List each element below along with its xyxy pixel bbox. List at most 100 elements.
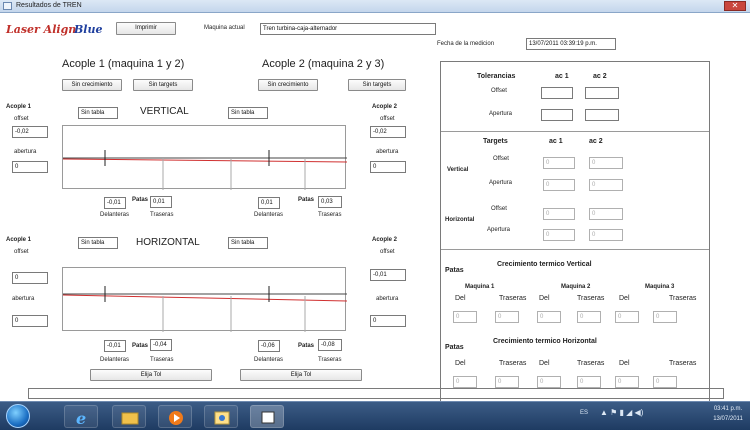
v-offset-right-label: offset — [380, 116, 395, 122]
v-crec-tras1[interactable]: 0 — [495, 311, 519, 323]
h-delanteras1-field[interactable]: -0,01 — [104, 340, 126, 352]
t-v-offset-label: Offset — [493, 156, 509, 162]
t-h-apertura-ac1[interactable]: 0 — [543, 229, 575, 241]
h-del3-header: Del — [619, 360, 630, 367]
v-abertura-left-label: abertura — [14, 149, 37, 155]
t-v-offset-ac1[interactable]: 0 — [543, 157, 575, 169]
crec-horizontal-title: Crecimiento termico Horizontal — [493, 338, 597, 345]
h-crec-tras3[interactable]: 0 — [653, 376, 677, 388]
h-crec-del2[interactable]: 0 — [537, 376, 561, 388]
elija-tol-2-button[interactable]: Elija Tol — [240, 369, 362, 381]
h-traseras2-label: Traseras — [318, 357, 342, 363]
targets-ac1-header: ac 1 — [549, 138, 563, 145]
h-crec-del1[interactable]: 0 — [453, 376, 477, 388]
tol-apertura-ac1[interactable] — [541, 109, 573, 121]
sin-crecimiento-2-button[interactable]: Sin crecimiento — [258, 79, 318, 91]
t-h-apertura-ac2[interactable]: 0 — [589, 229, 623, 241]
v-tabla1-field[interactable]: Sin tabla — [78, 107, 118, 119]
v-tabla2-field[interactable]: Sin tabla — [228, 107, 268, 119]
right-panel: Tolerancias ac 1 ac 2 Offset Apertura Ta… — [440, 61, 710, 413]
v-offset-right-field[interactable]: -0,02 — [370, 126, 406, 138]
clock-date[interactable]: 13/07/2011 — [710, 416, 746, 422]
tol-offset-ac2[interactable] — [585, 87, 619, 99]
horizontal-alignment-chart — [62, 267, 348, 332]
start-button[interactable] — [6, 404, 30, 428]
v-abertura-right-field[interactable]: 0 — [370, 161, 406, 173]
paint-icon[interactable] — [204, 405, 238, 428]
tol-apertura-ac2[interactable] — [585, 109, 619, 121]
h-tras3-header: Traseras — [669, 360, 697, 367]
h-delanteras2-field[interactable]: -0,06 — [258, 340, 280, 352]
h-tabla2-field[interactable]: Sin tabla — [228, 237, 268, 249]
client-area: Laser Align Blue Imprimir Maquina actual… — [0, 13, 750, 413]
v-abertura-left-field[interactable]: 0 — [12, 161, 48, 173]
t-v-apertura-ac1[interactable]: 0 — [543, 179, 575, 191]
divider-2 — [441, 249, 709, 250]
v-crec-del3[interactable]: 0 — [615, 311, 639, 323]
tol-offset-ac1[interactable] — [541, 87, 573, 99]
v-traseras1-label: Traseras — [150, 212, 174, 218]
t-h-offset-label: Offset — [491, 206, 507, 212]
v-delanteras1-field[interactable]: -0,01 — [104, 197, 126, 209]
sin-crecimiento-1-button[interactable]: Sin crecimiento — [62, 79, 122, 91]
v-offset-left-label: offset — [14, 116, 29, 122]
title-bar: Resultados de TREN ✕ — [0, 0, 750, 13]
h-tabla1-field[interactable]: Sin tabla — [78, 237, 118, 249]
window-app-icon — [3, 2, 12, 10]
h-traseras1-field[interactable]: -0,04 — [150, 339, 172, 351]
h-crec-tras2[interactable]: 0 — [577, 376, 601, 388]
h-abertura-right-field[interactable]: 0 — [370, 315, 406, 327]
elija-tol-1-button[interactable]: Elija Tol — [90, 369, 212, 381]
h-tras1-header: Traseras — [499, 360, 527, 367]
targets-vertical-label: Vertical — [447, 167, 469, 173]
date-field[interactable]: 13/07/2011 03:39:19 p.m. — [526, 38, 616, 50]
h-offset-right-field[interactable]: -0,01 — [370, 269, 406, 281]
h-traseras2-field[interactable]: -0,08 — [318, 339, 342, 351]
h-abertura-left-field[interactable]: 0 — [12, 315, 48, 327]
horizontal-title: HORIZONTAL — [136, 237, 200, 248]
vertical-title: VERTICAL — [140, 106, 189, 117]
active-window-icon[interactable] — [250, 405, 284, 428]
v-crec-del1[interactable]: 0 — [453, 311, 477, 323]
clock-time[interactable]: 03:41 p.m. — [710, 406, 746, 412]
vertical-chart-svg — [62, 150, 348, 190]
v-tras2-header: Traseras — [577, 295, 605, 302]
v-abertura-right-label: abertura — [376, 149, 399, 155]
tol-ac1-header: ac 1 — [555, 73, 569, 80]
language-indicator[interactable]: ES — [580, 410, 588, 416]
v-traseras2-field[interactable]: 0,03 — [318, 196, 342, 208]
t-h-apertura-label: Apertura — [487, 227, 511, 233]
targets-horizontal-label: Horizontal — [445, 217, 475, 223]
machine-field[interactable]: Tren turbina-caja-alternador — [260, 23, 436, 35]
v-delanteras2-field[interactable]: 0,01 — [258, 197, 280, 209]
v-crec-tras3[interactable]: 0 — [653, 311, 677, 323]
sin-targets-2-button[interactable]: Sin targets — [348, 79, 406, 91]
v-traseras1-field[interactable]: 0,01 — [150, 196, 172, 208]
v-offset-left-field[interactable]: -0,02 — [12, 126, 48, 138]
t-h-offset-ac1[interactable]: 0 — [543, 208, 575, 220]
tray-icons[interactable]: ▲ ⚑ ▮ ◢ ◀) — [600, 408, 670, 422]
svg-text:e: e — [76, 409, 86, 428]
v-patas1-label: Patas — [132, 197, 149, 203]
v-crec-del2[interactable]: 0 — [537, 311, 561, 323]
targets-title: Targets — [483, 138, 508, 145]
t-h-offset-ac2[interactable]: 0 — [589, 208, 623, 220]
h-offset-left-field[interactable]: 0 — [12, 272, 48, 284]
h-traseras1-label: Traseras — [150, 357, 174, 363]
tol-offset-label: Offset — [491, 88, 507, 94]
h-abertura-left-label: abertura — [12, 296, 35, 302]
sin-targets-1-button[interactable]: Sin targets — [133, 79, 193, 91]
close-button[interactable]: ✕ — [724, 1, 746, 11]
t-v-offset-ac2[interactable]: 0 — [589, 157, 623, 169]
tol-apertura-label: Apertura — [489, 111, 513, 117]
h-crec-tras1[interactable]: 0 — [495, 376, 519, 388]
t-v-apertura-ac2[interactable]: 0 — [589, 179, 623, 191]
print-button[interactable]: Imprimir — [116, 22, 176, 35]
v-acople1-label: Acople 1 — [6, 104, 32, 110]
folder-icon[interactable] — [112, 405, 146, 428]
v-del2-header: Del — [539, 295, 550, 302]
media-player-icon[interactable] — [158, 405, 192, 428]
h-crec-del3[interactable]: 0 — [615, 376, 639, 388]
internet-explorer-icon[interactable]: e — [64, 405, 98, 428]
v-crec-tras2[interactable]: 0 — [577, 311, 601, 323]
